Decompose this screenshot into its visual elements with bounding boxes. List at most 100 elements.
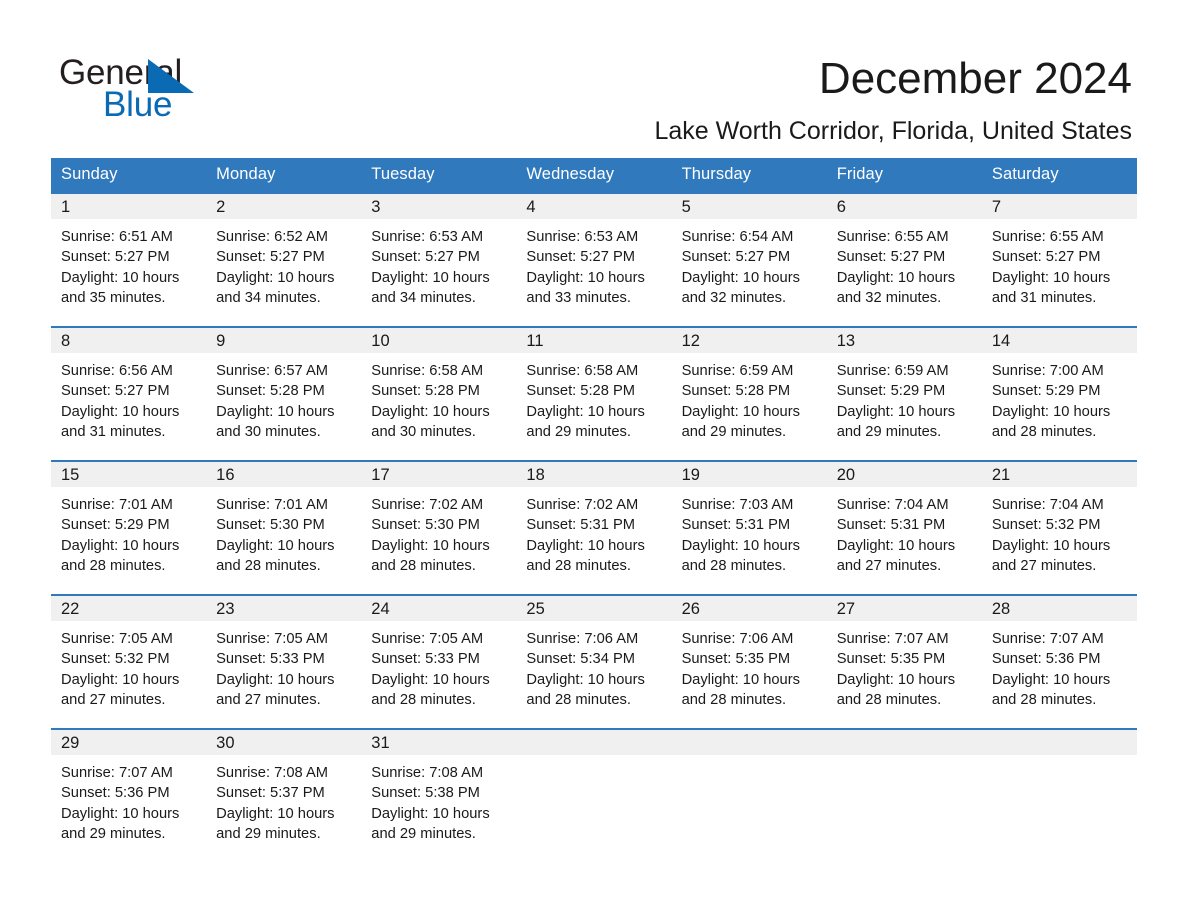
daylight-text-line2: and 30 minutes. xyxy=(371,423,476,440)
sunrise-text: Sunrise: 7:01 AM xyxy=(61,497,173,513)
sunrise-text: Sunrise: 7:07 AM xyxy=(836,631,949,647)
daylight-text-line2: and 29 minutes. xyxy=(836,423,942,440)
calendar-day-cell-empty xyxy=(671,728,827,863)
calendar-day-cell[interactable]: 24 Sunrise: 7:05 AM Sunset: 5:33 PM Dayligh… xyxy=(361,594,517,729)
daylight-text-line2: and 29 minutes. xyxy=(61,825,166,842)
calendar-day-cell[interactable]: 31 Sunrise: 7:08 AM Sunset: 5:38 PM Dayligh… xyxy=(361,728,517,863)
daylight-text-line1: Daylight: 10 hours xyxy=(681,269,800,286)
daylight-text-line2: and 31 minutes. xyxy=(61,423,166,440)
day-details: Sunrise: 6:57 AM Sunset: 5:28 PM Daylight:… xyxy=(206,353,361,442)
sunrise-text: Sunrise: 6:53 AM xyxy=(526,229,639,245)
sunrise-text: Sunrise: 7:06 AM xyxy=(526,631,639,647)
day-number xyxy=(516,730,672,755)
calendar-day-cell[interactable]: 19 Sunrise: 7:03 AM Sunset: 5:31 PM Dayligh… xyxy=(671,460,827,595)
calendar-day-cell[interactable]: 10 Sunrise: 6:58 AM Sunset: 5:28 PM Dayligh… xyxy=(361,326,517,461)
calendar-day-cell[interactable]: 1 Sunrise: 6:51 AM Sunset: 5:27 PM Daylight… xyxy=(51,192,207,327)
day-number: 19 xyxy=(671,462,827,487)
calendar-day-cell[interactable]: 18 Sunrise: 7:02 AM Sunset: 5:31 PM Dayligh… xyxy=(516,460,672,595)
calendar-day-cell[interactable]: 25 Sunrise: 7:06 AM Sunset: 5:34 PM Dayligh… xyxy=(516,594,672,729)
page-header: General Blue December 2024 Lake Worth Co… xyxy=(0,0,1188,152)
day-number: 27 xyxy=(826,596,982,621)
calendar-day-cell[interactable]: 21 Sunrise: 7:04 AM Sunset: 5:32 PM Dayligh… xyxy=(981,460,1137,595)
daylight-text-line1: Daylight: 10 hours xyxy=(216,805,335,822)
calendar-day-cell[interactable]: 8 Sunrise: 6:56 AM Sunset: 5:27 PM Daylight… xyxy=(51,326,207,461)
daylight-text-line2: and 30 minutes. xyxy=(216,423,321,440)
day-number: 21 xyxy=(981,462,1137,487)
sunset-text: Sunset: 5:38 PM xyxy=(371,785,480,802)
calendar-day-cell[interactable]: 7 Sunrise: 6:55 AM Sunset: 5:27 PM Daylight… xyxy=(981,192,1137,327)
calendar-day-cell[interactable]: 20 Sunrise: 7:04 AM Sunset: 5:31 PM Dayligh… xyxy=(826,460,982,595)
day-number xyxy=(671,730,827,755)
logo-text-blue: Blue xyxy=(103,85,173,124)
day-details: Sunrise: 7:01 AM Sunset: 5:30 PM Daylight:… xyxy=(206,487,361,576)
calendar-day-cell[interactable]: 13 Sunrise: 6:59 AM Sunset: 5:29 PM Dayligh… xyxy=(826,326,982,461)
sunset-text: Sunset: 5:31 PM xyxy=(526,517,636,534)
day-number: 5 xyxy=(671,194,827,219)
daylight-text-line1: Daylight: 10 hours xyxy=(836,537,956,554)
day-number: 29 xyxy=(51,730,207,755)
calendar-day-cell[interactable]: 9 Sunrise: 6:57 AM Sunset: 5:28 PM Daylight… xyxy=(206,326,362,461)
sunset-text: Sunset: 5:31 PM xyxy=(681,517,791,534)
calendar-day-cell[interactable]: 17 Sunrise: 7:02 AM Sunset: 5:30 PM Dayligh… xyxy=(361,460,517,595)
day-number: 14 xyxy=(981,328,1137,353)
calendar-day-cell-empty xyxy=(981,728,1137,863)
daylight-text-line1: Daylight: 10 hours xyxy=(681,403,800,420)
sunrise-text: Sunrise: 6:59 AM xyxy=(681,363,794,379)
day-details: Sunrise: 7:04 AM Sunset: 5:31 PM Daylight:… xyxy=(827,487,982,576)
calendar-page: General Blue December 2024 Lake Worth Co… xyxy=(0,0,1188,918)
day-details: Sunrise: 6:55 AM Sunset: 5:27 PM Daylight:… xyxy=(827,219,982,308)
calendar-day-cell[interactable]: 6 Sunrise: 6:55 AM Sunset: 5:27 PM Daylight… xyxy=(826,192,982,327)
calendar-day-cell[interactable]: 27 Sunrise: 7:07 AM Sunset: 5:35 PM Dayligh… xyxy=(826,594,982,729)
daylight-text-line2: and 29 minutes. xyxy=(371,825,476,842)
day-details: Sunrise: 7:07 AM Sunset: 5:35 PM Daylight:… xyxy=(827,621,982,710)
calendar-day-cell[interactable]: 5 Sunrise: 6:54 AM Sunset: 5:27 PM Daylight… xyxy=(671,192,827,327)
day-details: Sunrise: 6:52 AM Sunset: 5:27 PM Daylight:… xyxy=(206,219,361,308)
calendar-day-cell-empty xyxy=(516,728,672,863)
day-number: 28 xyxy=(981,596,1137,621)
daylight-text-line1: Daylight: 10 hours xyxy=(526,671,645,688)
calendar-day-cell[interactable]: 14 Sunrise: 7:00 AM Sunset: 5:29 PM Dayligh… xyxy=(981,326,1137,461)
sunset-text: Sunset: 5:28 PM xyxy=(681,383,791,400)
sunrise-text: Sunrise: 7:05 AM xyxy=(371,631,484,647)
calendar-day-cell[interactable]: 22 Sunrise: 7:05 AM Sunset: 5:32 PM Dayligh… xyxy=(51,594,207,729)
day-number xyxy=(981,730,1137,755)
calendar-day-cell[interactable]: 11 Sunrise: 6:58 AM Sunset: 5:28 PM Dayligh… xyxy=(516,326,672,461)
calendar-day-cell[interactable]: 28 Sunrise: 7:07 AM Sunset: 5:36 PM Dayligh… xyxy=(981,594,1137,729)
day-details: Sunrise: 7:01 AM Sunset: 5:29 PM Daylight:… xyxy=(51,487,206,576)
calendar-day-cell[interactable]: 15 Sunrise: 7:01 AM Sunset: 5:29 PM Dayligh… xyxy=(51,460,207,595)
sunrise-text: Sunrise: 7:08 AM xyxy=(371,765,484,781)
page-subtitle: Lake Worth Corridor, Florida, United Sta… xyxy=(654,117,1132,145)
calendar-week-row: 1 Sunrise: 6:51 AM Sunset: 5:27 PM Daylight… xyxy=(51,192,1137,327)
sunset-text: Sunset: 5:35 PM xyxy=(836,651,946,668)
calendar-day-cell[interactable]: 26 Sunrise: 7:06 AM Sunset: 5:35 PM Dayligh… xyxy=(671,594,827,729)
sunset-text: Sunset: 5:28 PM xyxy=(526,383,636,400)
daylight-text-line2: and 34 minutes. xyxy=(216,289,321,306)
calendar-day-cell[interactable]: 30 Sunrise: 7:08 AM Sunset: 5:37 PM Dayligh… xyxy=(206,728,362,863)
day-number: 18 xyxy=(516,462,672,487)
daylight-text-line1: Daylight: 10 hours xyxy=(681,671,800,688)
daylight-text-line1: Daylight: 10 hours xyxy=(61,537,180,554)
day-details: Sunrise: 7:06 AM Sunset: 5:34 PM Daylight:… xyxy=(516,621,671,710)
calendar-day-cell[interactable]: 12 Sunrise: 6:59 AM Sunset: 5:28 PM Dayligh… xyxy=(671,326,827,461)
day-details: Sunrise: 7:08 AM Sunset: 5:38 PM Daylight:… xyxy=(361,755,516,844)
day-number: 11 xyxy=(516,328,672,353)
sunset-text: Sunset: 5:27 PM xyxy=(991,249,1101,266)
sunset-text: Sunset: 5:30 PM xyxy=(371,517,480,534)
calendar-day-cell[interactable]: 2 Sunrise: 6:52 AM Sunset: 5:27 PM Daylight… xyxy=(206,192,362,327)
sunset-text: Sunset: 5:27 PM xyxy=(61,249,170,266)
calendar-day-cell[interactable]: 16 Sunrise: 7:01 AM Sunset: 5:30 PM Dayligh… xyxy=(206,460,362,595)
calendar-day-cell[interactable]: 29 Sunrise: 7:07 AM Sunset: 5:36 PM Dayligh… xyxy=(51,728,207,863)
sunset-text: Sunset: 5:37 PM xyxy=(216,785,325,802)
calendar-day-cell[interactable]: 4 Sunrise: 6:53 AM Sunset: 5:27 PM Daylight… xyxy=(516,192,672,327)
day-details xyxy=(827,755,982,763)
daylight-text-line2: and 29 minutes. xyxy=(216,825,321,842)
calendar-day-cell[interactable]: 3 Sunrise: 6:53 AM Sunset: 5:27 PM Daylight… xyxy=(361,192,517,327)
calendar-day-cell[interactable]: 23 Sunrise: 7:05 AM Sunset: 5:33 PM Dayligh… xyxy=(206,594,362,729)
daylight-text-line2: and 28 minutes. xyxy=(526,691,631,708)
day-details: Sunrise: 7:07 AM Sunset: 5:36 PM Daylight:… xyxy=(982,621,1137,710)
sunrise-text: Sunrise: 6:54 AM xyxy=(681,229,794,245)
day-details xyxy=(672,755,827,763)
general-blue-logo[interactable]: General Blue xyxy=(59,53,319,125)
daylight-text-line2: and 33 minutes. xyxy=(526,289,631,306)
sunrise-text: Sunrise: 6:53 AM xyxy=(371,229,484,245)
